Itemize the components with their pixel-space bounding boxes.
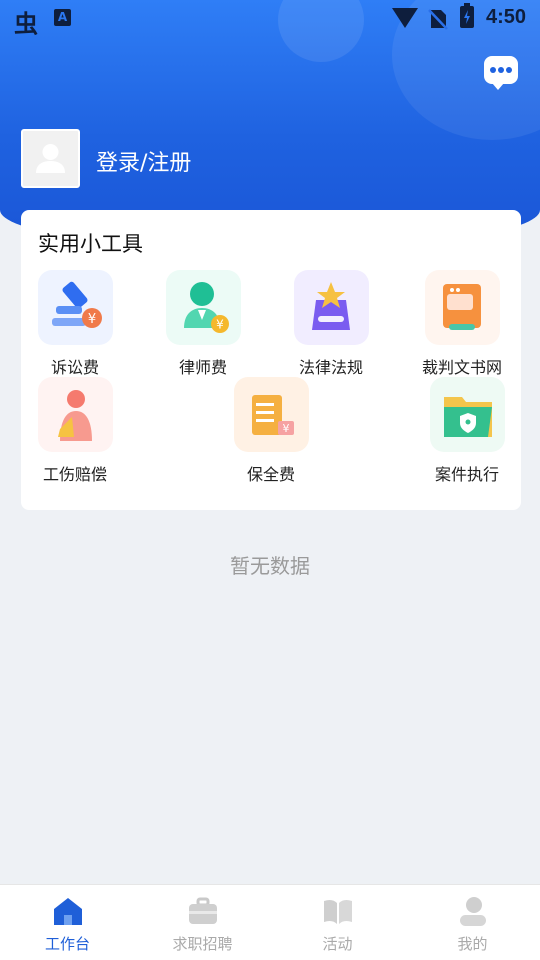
tool-label: 案件执行 [434, 465, 499, 484]
tool-case-execution[interactable]: 案件执行 [414, 377, 514, 487]
default-user-icon [36, 144, 65, 173]
tab-mine[interactable]: 我的 [405, 885, 540, 960]
wifi-icon [392, 8, 418, 28]
chat-bubble-icon [490, 67, 496, 73]
tab-label: 我的 [457, 935, 488, 953]
tool-judgment-documents[interactable]: 裁判文书网 [409, 270, 509, 380]
person-icon [460, 897, 486, 926]
tool-label: 律师费 [178, 358, 227, 377]
tab-label: 活动 [322, 935, 353, 953]
tool-work-injury[interactable]: 工伤赔偿 [22, 377, 122, 487]
tab-label: 工作台 [44, 935, 90, 953]
lawyer-yen-icon: ¥ [166, 270, 241, 345]
tool-label: 诉讼费 [50, 358, 99, 377]
no-sim-icon [428, 9, 448, 30]
law-book-star-icon [294, 270, 369, 345]
tools-card: 实用小工具 ¥ 诉讼费 ¥ 律师费 法律法规 裁判文书网 工伤赔偿 ¥ 保全费 … [21, 210, 521, 510]
login-register-link[interactable]: 登录/注册 [96, 145, 191, 177]
tool-label: 裁判文书网 [421, 358, 502, 377]
tool-label: 保全费 [246, 465, 295, 484]
tab-label: 求职招聘 [172, 935, 233, 953]
injury-person-icon [38, 377, 113, 452]
app-notification-icon: 虫 [14, 10, 38, 38]
home-icon [54, 898, 82, 925]
gavel-yen-icon: ¥ [38, 270, 113, 345]
tool-label: 法律法规 [298, 358, 363, 377]
avatar[interactable] [21, 129, 80, 188]
status-time: 4:50 [486, 6, 527, 28]
tool-lawyer-fee[interactable]: ¥ 律师费 [150, 270, 250, 380]
tab-workbench[interactable]: 工作台 [0, 885, 135, 960]
status-bar: 虫 A 4:50 [0, 0, 540, 38]
tool-label: 工伤赔偿 [42, 465, 107, 484]
tool-litigation-fee[interactable]: ¥ 诉讼费 [22, 270, 122, 380]
battery-icon [460, 3, 474, 28]
svg-text:¥: ¥ [216, 318, 224, 332]
empty-state-text: 暂无数据 [230, 554, 310, 578]
message-button[interactable] [484, 56, 518, 90]
bottom-tab-bar: 工作台 求职招聘 活动 我的 [0, 884, 540, 960]
tools-title: 实用小工具 [38, 232, 143, 256]
tool-laws-regulations[interactable]: 法律法规 [278, 270, 378, 380]
receipt-yen-icon: ¥ [234, 377, 309, 452]
folder-shield-icon [430, 377, 505, 452]
tab-jobs[interactable]: 求职招聘 [135, 885, 270, 960]
document-web-icon [425, 270, 500, 345]
briefcase-icon [189, 897, 217, 924]
open-book-icon [324, 899, 352, 924]
svg-text:¥: ¥ [283, 422, 290, 435]
svg-text:¥: ¥ [88, 312, 96, 327]
tool-preservation-fee[interactable]: ¥ 保全费 [218, 377, 318, 487]
keyboard-a-icon: A [54, 9, 71, 26]
tab-activities[interactable]: 活动 [270, 885, 405, 960]
